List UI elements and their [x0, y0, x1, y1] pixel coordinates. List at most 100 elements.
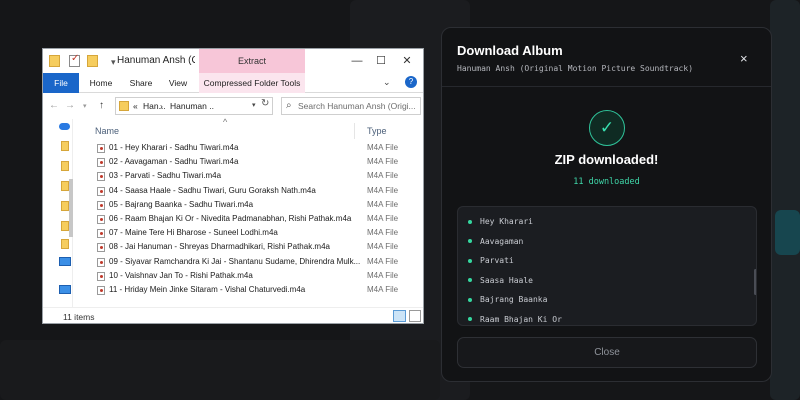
extract-context-label: Extract	[199, 49, 305, 73]
audio-file-icon	[97, 286, 105, 295]
search-input[interactable]: ⌕ Search Hanuman Ansh (Origi...	[281, 97, 421, 115]
folder-icon[interactable]	[61, 201, 69, 211]
file-name: 11 - Hriday Mein Jinke Sitaram - Vishal …	[109, 285, 306, 294]
large-icons-view-icon[interactable]	[409, 310, 421, 322]
tab-compressed-folder-tools[interactable]: Compressed Folder Tools	[199, 73, 305, 93]
file-type: M4A File	[367, 285, 399, 294]
track-list-scrollbar[interactable]	[754, 269, 756, 295]
file-type: M4A File	[367, 171, 399, 181]
file-type: M4A File	[367, 242, 399, 252]
track-name: Saasa Haale	[480, 275, 533, 285]
file-name: 01 - Hey Kharari - Sadhu Tiwari.m4a	[109, 143, 239, 152]
tab-home[interactable]: Home	[87, 73, 115, 93]
file-name: 05 - Bajrang Baanka - Sadhu Tiwari.m4a	[109, 199, 254, 209]
file-row[interactable]: 06 - Raam Bhajan Ki Or - Nivedita Padman…	[95, 212, 425, 226]
background-panel	[770, 0, 800, 400]
address-bar[interactable]: « Han... › Hanuman ... ▾	[115, 97, 273, 115]
file-type: M4A File	[367, 199, 399, 209]
close-button[interactable]: Close	[457, 337, 757, 368]
up-arrow-icon[interactable]: ↑	[99, 100, 104, 111]
album-name: Hanuman Ansh (Original Motion Picture So…	[457, 64, 694, 73]
network-icon[interactable]	[59, 285, 71, 294]
tab-view[interactable]: View	[165, 73, 191, 93]
track-name: Bajrang Baanka	[480, 295, 548, 304]
file-row[interactable]: 05 - Bajrang Baanka - Sadhu Tiwari.m4a M4…	[95, 198, 425, 212]
track-item: Parvati	[468, 256, 514, 265]
track-item: Hey Kharari	[468, 217, 533, 226]
track-item: Saasa Haale	[468, 276, 533, 285]
this-pc-icon[interactable]	[59, 257, 71, 266]
file-row[interactable]: 07 - Maine Tere Hi Bharose - Suneel Lodh…	[95, 226, 425, 240]
file-row[interactable]: 03 - Parvati - Sadhu Tiwari.m4a M4A File	[95, 169, 425, 183]
quick-access-dropdown-icon[interactable]: ▾	[111, 57, 116, 68]
track-name: Hey Kharari	[480, 217, 533, 226]
file-type: M4A File	[367, 157, 399, 167]
file-row[interactable]: 09 - Siyavar Ramchandra Ki Jai - Shantan…	[95, 255, 425, 269]
file-name: 07 - Maine Tere Hi Bharose - Suneel Lodh…	[109, 228, 278, 238]
track-name: Parvati	[480, 256, 514, 265]
file-name: 08 - Jai Hanuman - Shreyas Dharmadhikari…	[109, 242, 330, 252]
breadcrumb-overflow[interactable]: «	[133, 101, 138, 111]
column-header-name[interactable]: Name	[95, 123, 355, 139]
forward-arrow-icon[interactable]: →	[65, 100, 75, 111]
status-dot-icon	[468, 258, 472, 263]
audio-file-icon	[97, 144, 105, 153]
chevron-right-icon[interactable]: ›	[160, 101, 163, 111]
success-message: ZIP downloaded!	[554, 152, 659, 167]
audio-file-icon	[97, 243, 105, 253]
recent-locations-icon[interactable]: ▾	[83, 102, 87, 110]
maximize-button[interactable]: ☐	[367, 49, 395, 73]
file-name: 03 - Parvati - Sadhu Tiwari.m4a	[109, 171, 222, 181]
window-title: Hanuman Ansh (Origi...	[117, 55, 195, 66]
download-count: 11 downloaded	[573, 177, 640, 187]
properties-icon[interactable]: ✓	[69, 53, 80, 67]
track-item: Aavagaman	[468, 237, 523, 246]
close-icon[interactable]: ×	[740, 51, 748, 66]
file-row[interactable]: 04 - Saasa Haale - Sadhu Tiwari, Guru Go…	[95, 184, 425, 198]
new-folder-icon[interactable]	[87, 55, 98, 67]
file-name: 10 - Vaishnav Jan To - Rishi Pathak.m4a	[109, 270, 253, 280]
navigation-pane	[43, 119, 73, 307]
folder-icon[interactable]	[61, 221, 69, 231]
folder-icon[interactable]	[61, 141, 69, 151]
file-row[interactable]: 01 - Hey Kharari - Sadhu Tiwari.m4a M4A F…	[95, 141, 425, 155]
audio-file-icon	[97, 229, 105, 239]
refresh-icon[interactable]: ↻	[261, 98, 269, 109]
expand-ribbon-icon[interactable]: ⌄	[383, 77, 391, 88]
folder-icon[interactable]	[61, 161, 69, 171]
check-circle-icon: ✓	[589, 110, 625, 146]
status-dot-icon	[468, 297, 472, 302]
audio-file-icon	[97, 172, 105, 182]
track-item: Bajrang Baanka	[468, 295, 547, 304]
back-arrow-icon[interactable]: ←	[49, 100, 59, 111]
folder-icon[interactable]	[61, 239, 69, 249]
status-bar: 11 items	[43, 307, 423, 324]
file-list: ^ Name Type 01 - Hey Kharari - Sadhu Tiw…	[73, 117, 425, 307]
file-name: 04 - Saasa Haale - Sadhu Tiwari, Guru Go…	[109, 185, 316, 195]
chevron-down-icon[interactable]: ▾	[252, 101, 256, 109]
details-view-icon[interactable]	[393, 310, 406, 322]
dialog-title: Download Album	[457, 43, 563, 58]
divider	[442, 86, 771, 87]
file-row[interactable]: 08 - Jai Hanuman - Shreyas Dharmadhikari…	[95, 240, 425, 254]
file-row[interactable]: 11 - Hriday Mein Jinke Sitaram - Vishal …	[95, 283, 425, 297]
onedrive-icon[interactable]	[59, 123, 70, 130]
file-row[interactable]: 10 - Vaishnav Jan To - Rishi Pathak.m4a M…	[95, 269, 425, 283]
folder-icon[interactable]	[61, 181, 69, 191]
background-panel	[0, 340, 440, 400]
file-row[interactable]: 02 - Aavagaman - Sadhu Tiwari.m4a M4A Fil…	[95, 155, 425, 169]
file-type: M4A File	[367, 214, 399, 223]
tab-share[interactable]: Share	[127, 73, 155, 93]
track-name: Aavagaman	[480, 236, 524, 246]
file-type: M4A File	[367, 270, 399, 280]
track-list[interactable]: Hey Kharari Aavagaman Parvati Saasa Haale Ba…	[457, 206, 757, 326]
help-icon[interactable]: ?	[405, 76, 417, 88]
column-header-type[interactable]: Type	[367, 123, 425, 139]
audio-file-icon	[97, 257, 105, 267]
breadcrumb-item[interactable]: Hanuman ...	[170, 101, 214, 111]
close-window-button[interactable]: ✕	[393, 49, 421, 73]
tab-file[interactable]: File	[43, 73, 79, 93]
item-count: 11 items	[63, 312, 95, 322]
audio-file-icon	[97, 186, 105, 196]
track-name: Raam Bhajan Ki Or	[480, 314, 562, 324]
